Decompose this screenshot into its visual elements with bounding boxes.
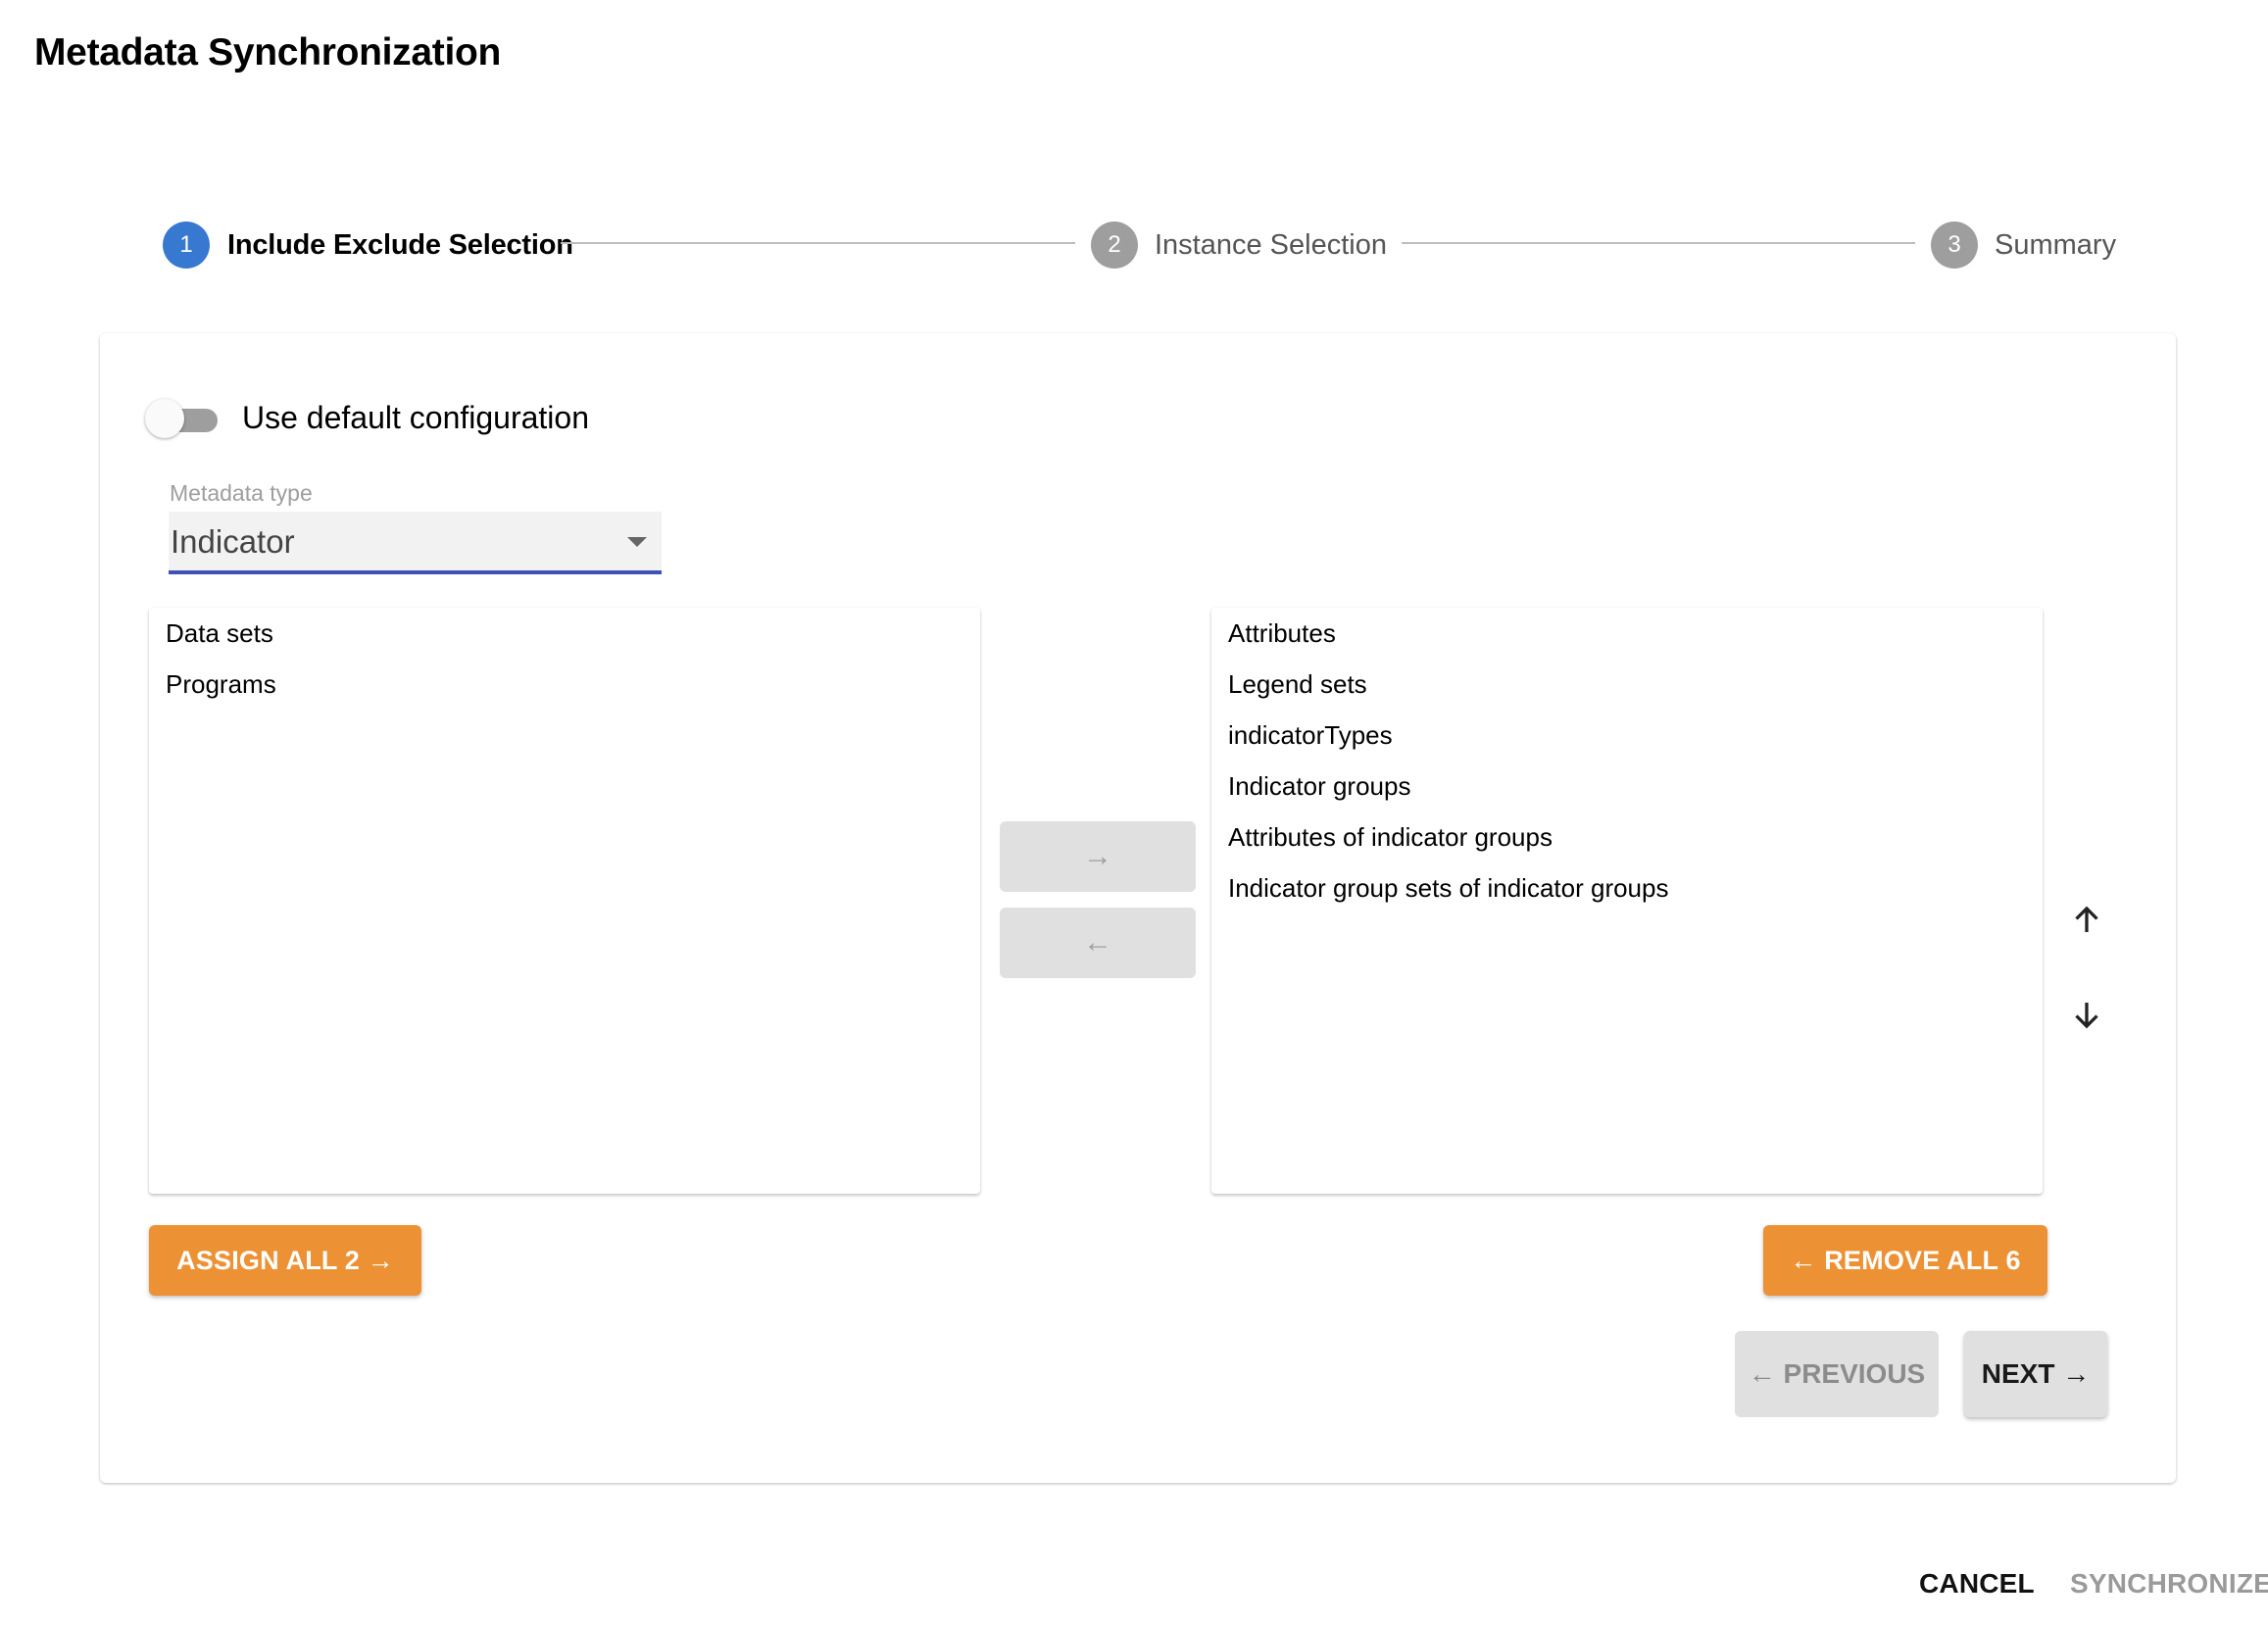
list-item[interactable]: Data sets [149, 608, 980, 659]
list-item[interactable]: Attributes [1211, 608, 2043, 659]
list-item[interactable]: Indicator group sets of indicator groups [1211, 862, 2043, 913]
toggle-thumb[interactable] [145, 399, 184, 438]
step-3-label[interactable]: Summary [1995, 222, 2116, 269]
previous-button[interactable]: ← PREVIOUS [1735, 1331, 1939, 1417]
step-3-circle[interactable]: 3 [1931, 222, 1978, 269]
dropdown-caret-icon[interactable] [627, 537, 647, 547]
step-connector [561, 242, 1075, 244]
default-config-toggle[interactable] [145, 397, 222, 440]
list-item[interactable]: Programs [149, 659, 980, 710]
step-1-label[interactable]: Include Exclude Selection [227, 222, 573, 269]
selected-list[interactable]: Attributes Legend sets indicatorTypes In… [1211, 608, 2043, 1194]
cancel-button[interactable]: CANCEL [1919, 1568, 2035, 1600]
page-title: Metadata Synchronization [34, 31, 502, 74]
metadata-type-label: Metadata type [170, 480, 313, 506]
next-button[interactable]: NEXT → [1964, 1331, 2107, 1417]
remove-all-button[interactable]: ← REMOVE ALL 6 [1763, 1225, 2047, 1296]
step-2-circle[interactable]: 2 [1091, 222, 1138, 269]
default-config-label[interactable]: Use default configuration [242, 400, 589, 436]
step-connector [1402, 242, 1915, 244]
move-left-button[interactable]: ← [1000, 908, 1196, 978]
synchronize-button[interactable]: SYNCHRONIZE [2070, 1568, 2268, 1600]
arrow-up-icon [2075, 906, 2098, 932]
arrow-down-icon [2075, 1003, 2098, 1029]
assign-all-button[interactable]: ASSIGN ALL 2 → [149, 1225, 421, 1296]
list-item[interactable]: Indicator groups [1211, 761, 2043, 812]
step-1-circle[interactable]: 1 [163, 222, 210, 269]
arrow-left-icon: ← [1083, 926, 1112, 959]
list-item[interactable]: indicatorTypes [1211, 710, 2043, 761]
metadata-type-value[interactable]: Indicator [171, 523, 295, 561]
move-right-button[interactable]: → [1000, 821, 1196, 892]
available-list[interactable]: Data sets Programs [149, 608, 980, 1194]
move-up-button[interactable] [2063, 897, 2110, 944]
arrow-right-icon: → [1083, 840, 1112, 872]
step-2-label[interactable]: Instance Selection [1155, 222, 1387, 269]
list-item[interactable]: Legend sets [1211, 659, 2043, 710]
move-down-button[interactable] [2063, 991, 2110, 1038]
list-item[interactable]: Attributes of indicator groups [1211, 812, 2043, 862]
metadata-type-select[interactable]: Indicator [169, 512, 662, 574]
